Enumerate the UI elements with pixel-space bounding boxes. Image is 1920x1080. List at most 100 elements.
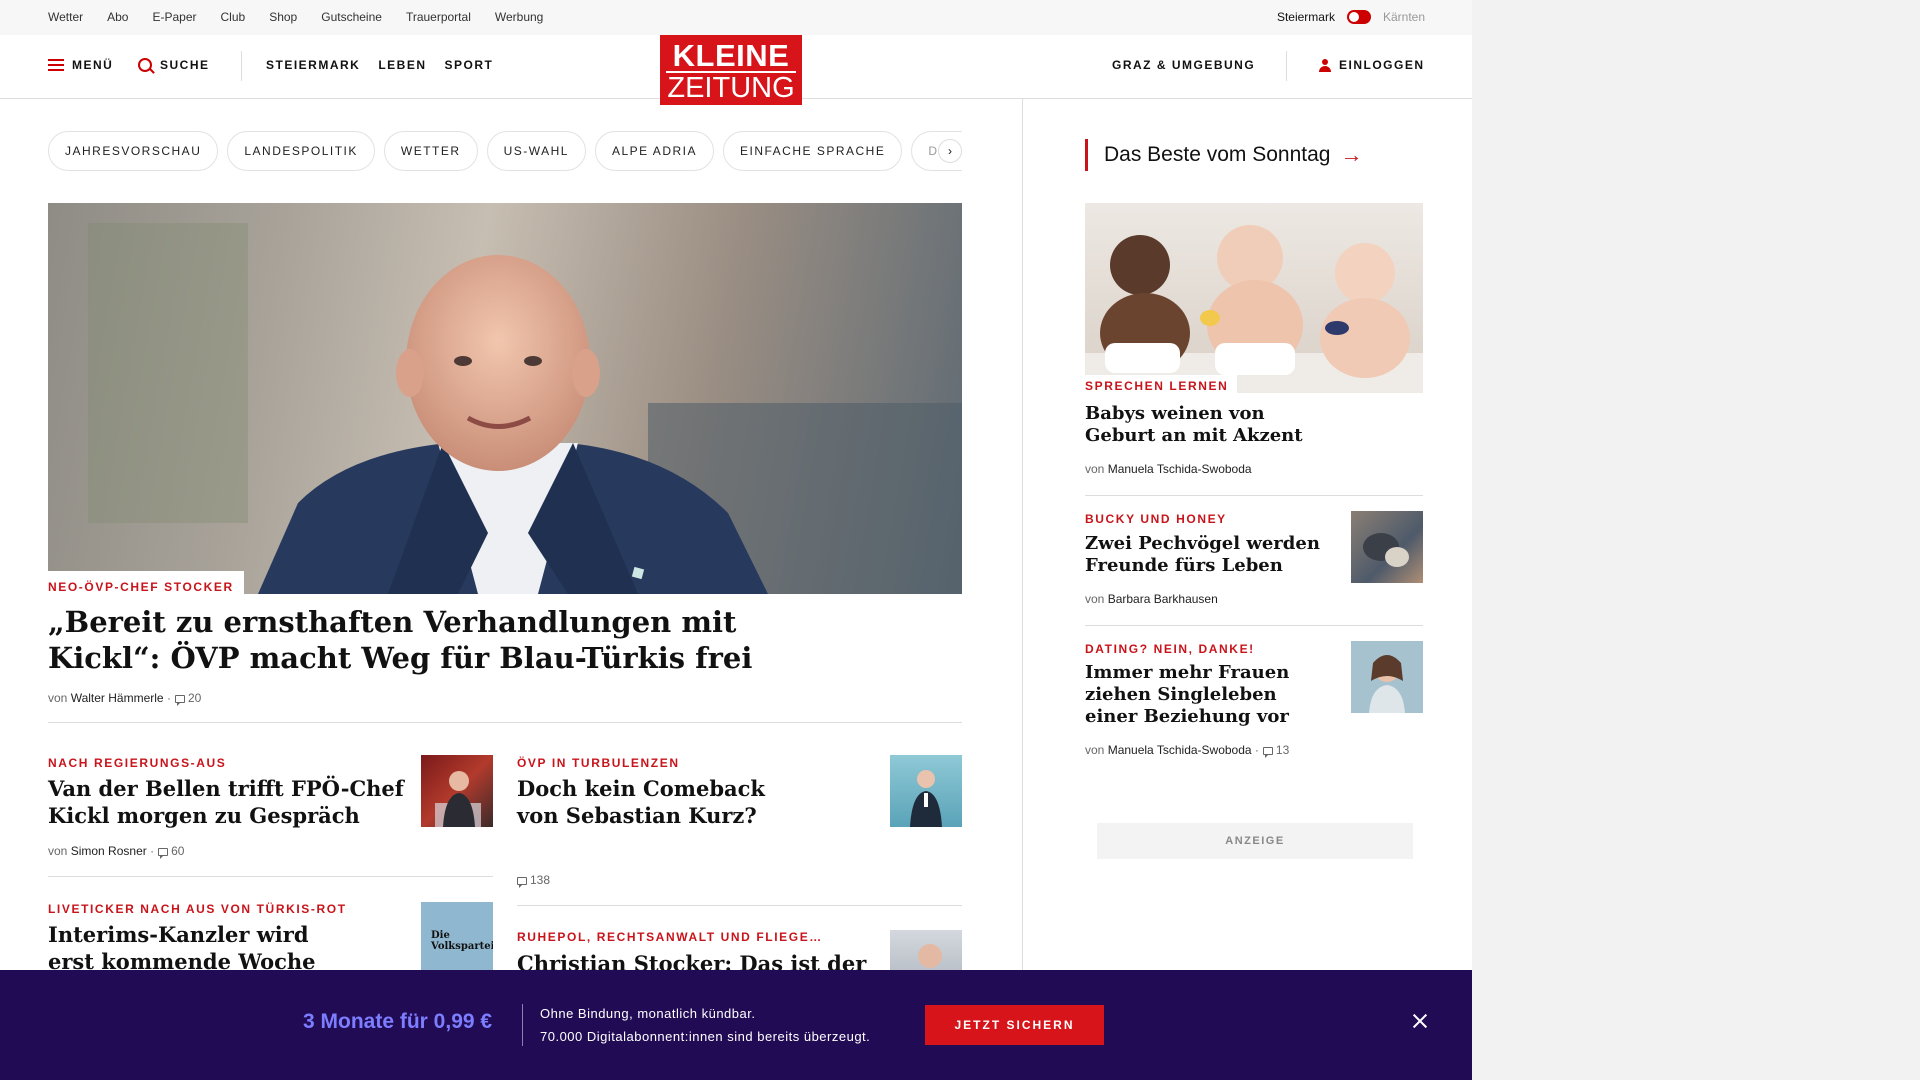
hero-kicker[interactable]: NEO-ÖVP-CHEF STOCKER [48, 580, 234, 594]
nav-sport[interactable]: SPORT [445, 58, 494, 72]
hero-headline-line-1: „Bereit zu ernsthaften Verhandlungen mit [48, 605, 737, 639]
sidebar-2-by: von [1085, 592, 1105, 606]
util-link-epaper[interactable]: E-Paper [152, 10, 196, 24]
region-kaernten[interactable]: Kärnten [1383, 10, 1425, 24]
divider [1085, 625, 1423, 626]
util-link-gutscheine[interactable]: Gutscheine [321, 10, 382, 24]
topic-pills: JAHRESVORSCHAU LANDESPOLITIK WETTER US-W… [48, 131, 962, 171]
hero-author[interactable]: Walter Hämmerle [71, 691, 164, 705]
pills-next-button[interactable]: › [938, 139, 962, 163]
comment-icon [517, 877, 527, 888]
divider [517, 905, 962, 906]
comment-icon [1262, 747, 1273, 758]
article-2-kicker[interactable]: ÖVP IN TURBULENZEN [517, 756, 680, 770]
sidebar-title[interactable]: Das Beste vom Sonntag → [1085, 139, 1362, 171]
user-icon [1319, 58, 1331, 72]
nav-steiermark[interactable]: STEIERMARK [266, 58, 360, 72]
sidebar-1-headline-line-1: Babys weinen von [1085, 403, 1265, 424]
divider [48, 722, 962, 723]
sidebar-2-headline-line-2: Freunde fürs Leben [1085, 555, 1283, 576]
article-3-headline[interactable]: Interims-Kanzler wird erst kommende Woch… [48, 921, 316, 975]
hero-headline[interactable]: „Bereit zu ernsthaften Verhandlungen mit… [48, 604, 752, 676]
search-button[interactable]: SUCHE [138, 58, 210, 72]
sidebar-feature-image[interactable] [1085, 203, 1423, 393]
hero-image[interactable] [48, 203, 962, 594]
subscription-banner: 3 Monate für 0,99 € Ohne Bindung, monatl… [0, 970, 1472, 1080]
arrow-right-icon: → [1340, 142, 1363, 167]
hero-by: von [48, 691, 68, 705]
page: Wetter Abo E-Paper Club Shop Gutscheine … [0, 0, 1472, 1080]
nav-leben[interactable]: LEBEN [378, 58, 426, 72]
region-steiermark[interactable]: Steiermark [1277, 10, 1335, 24]
sidebar-3-headline-line-2: ziehen Singleleben [1085, 684, 1277, 705]
search-label: SUCHE [160, 58, 210, 72]
local-edition-link[interactable]: GRAZ & UMGEBUNG [1112, 58, 1255, 72]
comment-icon [158, 848, 169, 859]
sidebar-2-thumbnail[interactable] [1351, 511, 1423, 583]
site-logo[interactable]: KLEINE ZEITUNG [660, 35, 802, 105]
search-icon [138, 58, 152, 72]
article-2-comments[interactable]: 138 [530, 873, 550, 887]
sidebar-3-headline[interactable]: Immer mehr Frauen ziehen Singleleben ein… [1085, 662, 1289, 728]
utility-bar: Wetter Abo E-Paper Club Shop Gutscheine … [0, 0, 1472, 35]
pill-wetter[interactable]: WETTER [383, 131, 478, 171]
article-1-headline[interactable]: Van der Bellen trifft FPÖ-Chef Kickl mor… [48, 775, 404, 829]
article-1-thumbnail[interactable] [421, 755, 493, 827]
sidebar-1-kicker-box: SPRECHEN LERNEN [1085, 375, 1237, 397]
banner-text-2: 70.000 Digitalabonnent:innen sind bereit… [540, 1029, 871, 1044]
util-link-shop[interactable]: Shop [269, 10, 297, 24]
util-link-wetter[interactable]: Wetter [48, 10, 83, 24]
banner-divider [522, 1004, 523, 1046]
menu-label: MENÜ [72, 58, 114, 72]
article-1-photo-illustration [435, 771, 481, 827]
hero-headline-line-2: Kickl“: ÖVP macht Weg für Blau-Türkis fr… [48, 641, 753, 675]
pill-einfache-sprache[interactable]: EINFACHE SPRACHE [722, 131, 903, 171]
article-1-by: von [48, 844, 68, 858]
hero-comments[interactable]: 20 [188, 691, 201, 705]
menu-button[interactable]: MENÜ [48, 58, 113, 72]
sidebar-3-thumbnail[interactable] [1351, 641, 1423, 713]
sidebar-3-author[interactable]: Manuela Tschida-Swoboda [1108, 743, 1252, 757]
pill-landespolitik[interactable]: LANDESPOLITIK [227, 131, 375, 171]
sidebar-2-author[interactable]: Barbara Barkhausen [1108, 592, 1218, 606]
sidebar-3-kicker[interactable]: DATING? NEIN, DANKE! [1085, 642, 1255, 656]
hero-photo-illustration [88, 223, 962, 594]
article-1-comments[interactable]: 60 [171, 844, 184, 858]
babies-photo-illustration [1085, 225, 1423, 393]
article-1-author[interactable]: Simon Rosner [71, 844, 147, 858]
sidebar-1-author[interactable]: Manuela Tschida-Swoboda [1108, 462, 1252, 476]
sidebar-title-text: Das Beste vom Sonntag [1104, 143, 1331, 166]
article-3-kicker[interactable]: LIVETICKER NACH AUS VON TÜRKIS-ROT [48, 902, 347, 916]
sidebar-3-comments[interactable]: 13 [1276, 743, 1289, 757]
comment-icon [174, 695, 185, 706]
pill-alpe-adria[interactable]: ALPE ADRIA [594, 131, 714, 171]
sidebar-2-photo-illustration [1363, 533, 1409, 567]
article-3-thumbnail[interactable]: Die Volkspartei [421, 902, 493, 974]
sidebar-3-byline: von Manuela Tschida-Swoboda · 13 [1085, 743, 1290, 758]
pill-us-wahl[interactable]: US-WAHL [486, 131, 586, 171]
login-button[interactable]: EINLOGGEN [1319, 58, 1425, 72]
util-link-werbung[interactable]: Werbung [495, 10, 543, 24]
subscribe-button[interactable]: JETZT SICHERN [925, 1005, 1104, 1045]
sidebar-2-kicker[interactable]: BUCKY UND HONEY [1085, 512, 1227, 526]
sidebar-1-by: von [1085, 462, 1105, 476]
utility-links: Wetter Abo E-Paper Club Shop Gutscheine … [48, 10, 543, 24]
util-link-trauerportal[interactable]: Trauerportal [406, 10, 471, 24]
article-2-byline: 138 [513, 873, 550, 888]
article-4-kicker[interactable]: RUHEPOL, RECHTSANWALT UND FLIEGE… [517, 930, 823, 944]
header-divider [241, 51, 242, 81]
region-toggle[interactable] [1346, 10, 1371, 24]
article-2-thumbnail[interactable] [890, 755, 962, 827]
article-2-photo-illustration [910, 770, 942, 827]
article-2-headline[interactable]: Doch kein Comeback von Sebastian Kurz? [517, 775, 765, 829]
pill-jahresvorschau[interactable]: JAHRESVORSCHAU [48, 131, 219, 171]
sidebar-1-kicker[interactable]: SPRECHEN LERNEN [1085, 379, 1228, 393]
close-icon[interactable] [1409, 1010, 1431, 1032]
logo-line-2: ZEITUNG [666, 71, 796, 104]
article-1-kicker[interactable]: NACH REGIERUNGS-AUS [48, 756, 226, 770]
util-link-club[interactable]: Club [221, 10, 246, 24]
sidebar-2-headline[interactable]: Zwei Pechvögel werden Freunde fürs Leben [1085, 533, 1320, 577]
util-link-abo[interactable]: Abo [107, 10, 128, 24]
sidebar-1-headline[interactable]: Babys weinen von Geburt an mit Akzent [1085, 403, 1303, 447]
main-header: MENÜ SUCHE STEIERMARK LEBEN SPORT KLEINE… [0, 35, 1472, 105]
